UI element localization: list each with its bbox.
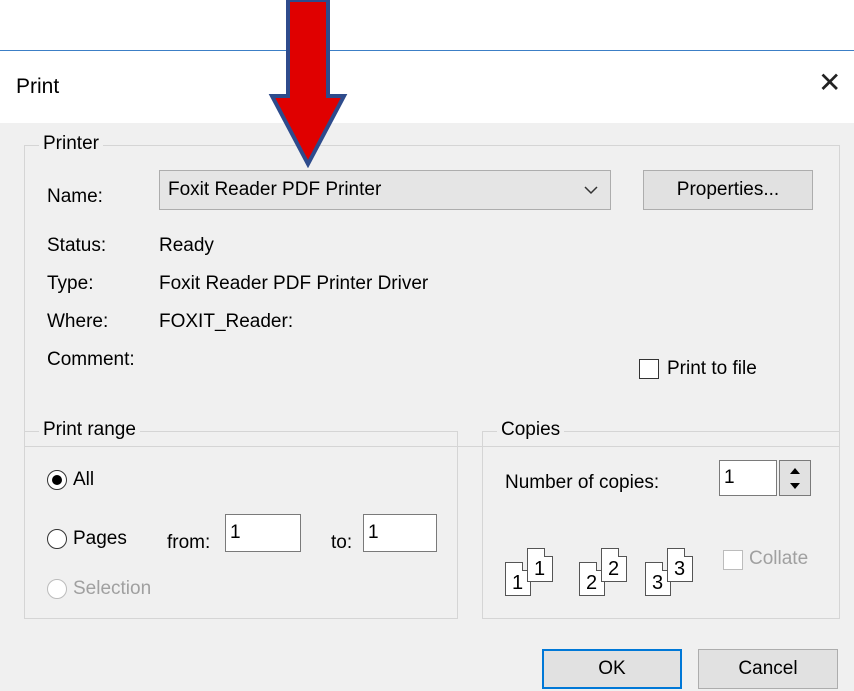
dialog-title: Print: [16, 75, 60, 98]
type-value: Foxit Reader PDF Printer Driver: [159, 273, 429, 294]
collate-checkbox[interactable]: [723, 550, 743, 570]
selection-radio[interactable]: [47, 579, 67, 599]
to-input[interactable]: 1: [363, 514, 437, 552]
collate-label[interactable]: Collate: [749, 548, 808, 570]
type-label: Type:: [47, 273, 94, 294]
cancel-button[interactable]: Cancel: [698, 649, 838, 689]
printer-name-value: Foxit Reader PDF Printer: [168, 179, 382, 200]
from-label: from:: [167, 532, 211, 553]
pages-radio-label[interactable]: Pages: [73, 528, 127, 550]
where-value: FOXIT_Reader:: [159, 311, 294, 332]
from-input[interactable]: 1: [225, 514, 301, 552]
pages-radio[interactable]: [47, 529, 67, 549]
to-label: to:: [331, 532, 353, 553]
copies-spinner[interactable]: [779, 460, 811, 496]
copies-group: Copies Number of copies: 1 1 1 2 2 3 3 C…: [482, 419, 840, 619]
page-icon: 3: [667, 548, 693, 582]
print-to-file-label[interactable]: Print to file: [667, 358, 757, 380]
collate-illustration: 1 1 2 2 3 3: [505, 540, 705, 600]
printer-group-label: Printer: [39, 133, 103, 155]
print-to-file-checkbox[interactable]: [639, 359, 659, 379]
properties-button-label: Properties...: [676, 179, 780, 200]
all-radio[interactable]: [47, 470, 67, 490]
print-range-group-label: Print range: [39, 419, 140, 441]
where-label: Where:: [47, 311, 109, 332]
printer-name-select[interactable]: Foxit Reader PDF Printer: [159, 170, 611, 210]
title-bar: Print ✕: [0, 51, 854, 123]
chevron-down-icon: [584, 186, 598, 195]
ok-button[interactable]: OK: [542, 649, 682, 689]
close-icon[interactable]: ✕: [818, 69, 841, 97]
print-dialog: Print ✕ Printer Name: Foxit Reader PDF P…: [0, 50, 854, 691]
page-icon: 2: [601, 548, 627, 582]
all-radio-label[interactable]: All: [73, 469, 94, 491]
spin-up-icon[interactable]: [789, 467, 801, 475]
copies-group-label: Copies: [497, 419, 565, 441]
page-icon: 1: [527, 548, 553, 582]
spin-down-icon[interactable]: [789, 482, 801, 490]
status-label: Status:: [47, 235, 107, 256]
copies-input[interactable]: 1: [719, 460, 777, 496]
annotation-arrow-icon: [268, 0, 348, 168]
number-of-copies-label: Number of copies:: [505, 472, 660, 493]
selection-radio-label[interactable]: Selection: [73, 578, 151, 600]
cancel-button-label: Cancel: [738, 658, 798, 679]
printer-group: Printer Name: Foxit Reader PDF Printer P…: [24, 133, 840, 447]
ok-button-label: OK: [598, 658, 626, 679]
comment-label: Comment:: [47, 349, 135, 370]
name-label: Name:: [47, 186, 103, 207]
properties-button[interactable]: Properties...: [643, 170, 813, 210]
status-value: Ready: [159, 235, 214, 256]
print-range-group: Print range All Pages from: 1 to: 1 Sele…: [24, 419, 458, 619]
